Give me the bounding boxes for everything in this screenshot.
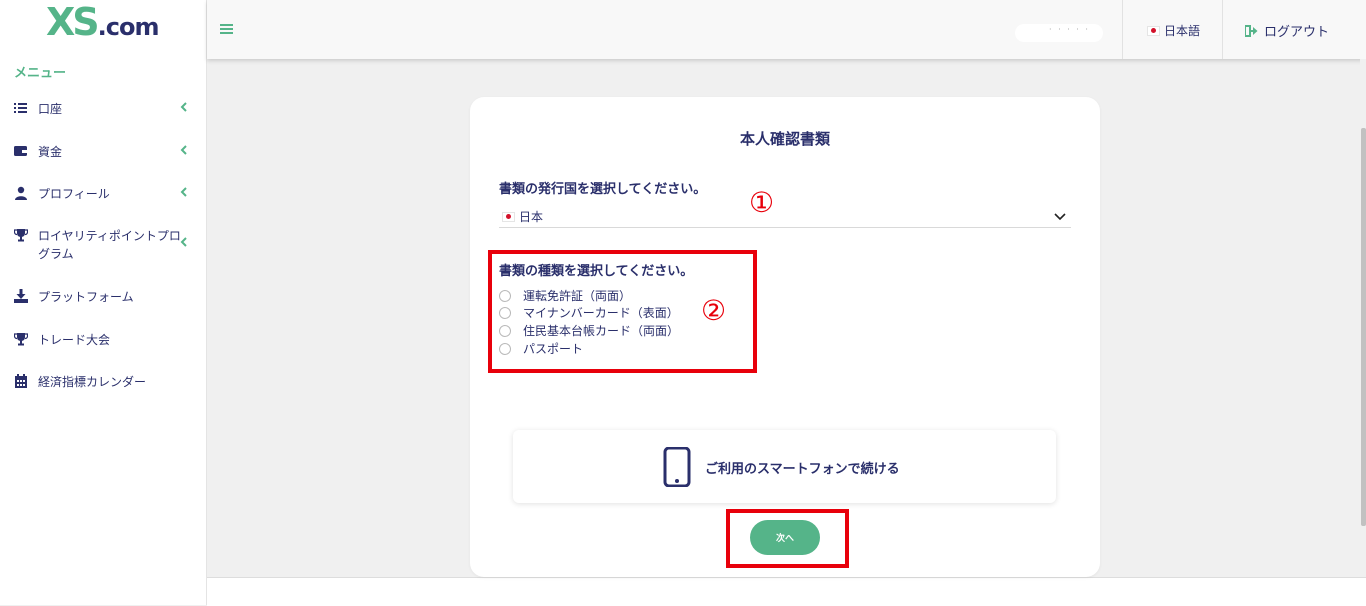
menu-heading: メニュー (14, 66, 67, 81)
sidebar-item-label: 経済指標カレンダー (38, 375, 147, 389)
sidebar-item-label: 資金 (38, 145, 63, 159)
annotation-step-1: ① (749, 186, 775, 219)
sidebar-item-loyalty[interactable]: ロイヤリティポイントプログラム (14, 227, 190, 263)
sidebar-item-account[interactable]: 口座 (14, 100, 190, 118)
user-name: · · · · · (1049, 25, 1090, 34)
hamburger-menu-icon[interactable] (220, 23, 233, 35)
language-selector[interactable]: 日本語 (1147, 22, 1200, 39)
calendar-icon (15, 374, 27, 388)
logout-icon (1245, 24, 1258, 37)
sidebar-item-label: プラットフォーム (38, 290, 134, 304)
logout-label: ログアウト (1264, 25, 1330, 40)
sidebar-item-economic-calendar[interactable]: 経済指標カレンダー (14, 373, 190, 391)
logo-main: XS (46, 0, 100, 44)
sidebar-item-trade-contest[interactable]: トレード大会 (14, 331, 190, 349)
sidebar-item-label: プロフィール (38, 187, 110, 201)
annotation-box-next (726, 509, 849, 568)
continue-on-smartphone-button[interactable]: ご利用のスマートフォンで続ける (513, 430, 1056, 503)
smartphone-icon (663, 447, 691, 487)
smartphone-label: ご利用のスマートフォンで続ける (705, 462, 900, 477)
download-icon (14, 289, 28, 303)
language-label: 日本語 (1164, 24, 1201, 38)
annotation-step-2: ② (701, 294, 727, 327)
user-icon (15, 186, 27, 200)
topbar-divider (1222, 0, 1223, 59)
chevron-left-icon (180, 102, 187, 112)
chevron-left-icon (180, 145, 187, 155)
country-label: 書類の発行国を選択してください。 (499, 182, 707, 197)
sidebar: XS .com メニュー 口座 資金 プロフィール ロイヤリティポイントプログラ… (0, 0, 207, 605)
chevron-down-icon (1054, 213, 1066, 221)
logout-button[interactable]: ログアウト (1245, 21, 1329, 40)
wallet-icon (14, 146, 27, 156)
sidebar-item-label: ロイヤリティポイントプログラム (38, 229, 181, 261)
chevron-left-icon (180, 237, 187, 247)
japan-flag-icon (1147, 25, 1160, 36)
trophy-icon (14, 333, 28, 346)
country-selected-value: 日本 (502, 208, 543, 225)
sidebar-item-profile[interactable]: プロフィール (14, 185, 190, 203)
sidebar-item-platform[interactable]: プラットフォーム (14, 288, 190, 306)
xs-logo[interactable]: XS .com (46, 0, 160, 44)
sidebar-item-label: トレード大会 (38, 333, 111, 347)
country-value: 日本 (519, 210, 544, 224)
top-bar: · · · · · 日本語 ログアウト (207, 0, 1366, 59)
list-icon (14, 103, 27, 113)
sidebar-item-label: 口座 (38, 102, 63, 116)
page-title: 本人確認書類 (739, 130, 830, 148)
scrollbar-thumb[interactable] (1361, 128, 1366, 526)
logo-suffix: .com (97, 13, 160, 41)
user-name-pill[interactable]: · · · · · (1015, 24, 1103, 42)
japan-flag-icon (502, 211, 515, 222)
footer (207, 577, 1366, 606)
topbar-divider (1122, 0, 1123, 59)
sidebar-item-funds[interactable]: 資金 (14, 143, 190, 161)
country-select[interactable]: 日本 (499, 205, 1071, 228)
chevron-left-icon (180, 187, 187, 197)
